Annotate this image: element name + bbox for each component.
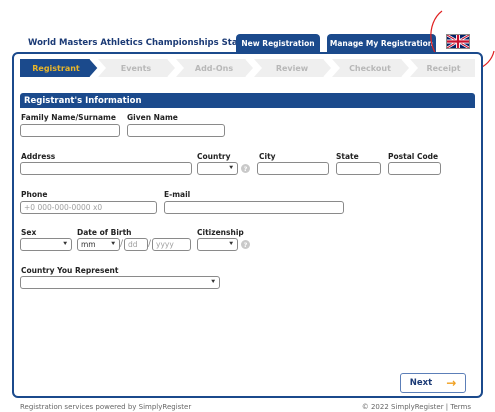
- given-name-input[interactable]: [127, 124, 225, 137]
- chevron-down-icon: ⯆: [110, 240, 116, 248]
- sex-select[interactable]: ⯆: [20, 238, 72, 251]
- country-represent-label: Country You Represent: [21, 266, 119, 275]
- dob-label: Date of Birth: [77, 228, 132, 237]
- tab-new-registration[interactable]: New Registration: [236, 34, 320, 52]
- postal-code-input[interactable]: [388, 162, 441, 175]
- postal-code-label: Postal Code: [388, 152, 439, 161]
- arrow-right-icon: →: [446, 376, 457, 390]
- help-icon[interactable]: ?: [241, 240, 250, 249]
- dob-month-select[interactable]: mm ⯆: [77, 238, 120, 251]
- step-checkout: Checkout: [349, 63, 391, 73]
- given-name-label: Given Name: [127, 113, 178, 122]
- step-review: Review: [275, 63, 309, 73]
- city-label: City: [259, 152, 276, 161]
- tab-manage-registration[interactable]: Manage My Registration: [327, 34, 436, 52]
- phone-label: Phone: [21, 190, 48, 199]
- footer-powered-by[interactable]: Registration services powered by SimplyR…: [20, 403, 191, 411]
- help-icon[interactable]: ?: [241, 164, 250, 173]
- country-label: Country: [197, 152, 231, 161]
- chevron-down-icon: ⯆: [210, 278, 216, 286]
- step-receipt: Receipt: [426, 63, 461, 73]
- event-title: World Masters Athletics Championships St…: [28, 38, 248, 48]
- state-input[interactable]: [336, 162, 381, 175]
- chevron-down-icon: ⯆: [62, 240, 68, 248]
- family-name-input[interactable]: [20, 124, 120, 137]
- citizenship-select[interactable]: ⯆: [197, 238, 238, 251]
- country-represent-select[interactable]: ⯆: [20, 276, 220, 289]
- dob-year-input[interactable]: [152, 238, 191, 251]
- address-label: Address: [21, 152, 56, 161]
- email-label: E-mail: [164, 190, 191, 199]
- email-input[interactable]: [164, 201, 344, 214]
- chevron-down-icon: ⯆: [228, 164, 234, 172]
- next-button-label: Next: [409, 378, 433, 388]
- next-button[interactable]: Next →: [400, 373, 466, 393]
- step-events: Events: [120, 63, 152, 73]
- dob-month-value: mm: [81, 240, 96, 249]
- phone-input[interactable]: [20, 201, 157, 214]
- address-input[interactable]: [20, 162, 192, 175]
- date-separator: /: [148, 239, 152, 249]
- city-input[interactable]: [257, 162, 329, 175]
- state-label: State: [336, 152, 359, 161]
- family-name-label: Family Name/Surname: [21, 113, 116, 122]
- citizenship-label: Citizenship: [197, 228, 244, 237]
- chevron-down-icon: ⯆: [228, 240, 234, 248]
- section-header-registrant-info: Registrant's Information: [20, 93, 475, 108]
- dob-day-input[interactable]: [124, 238, 148, 251]
- progress-steps: Registrant Events Add-Ons Review Checkou…: [20, 59, 475, 77]
- step-add-ons: Add-Ons: [194, 63, 234, 73]
- registration-panel: Registrant Events Add-Ons Review Checkou…: [12, 52, 483, 398]
- step-registrant: Registrant: [32, 63, 80, 73]
- country-select[interactable]: ⯆: [197, 162, 238, 175]
- footer-copyright[interactable]: © 2022 SimplyRegister | Terms: [362, 403, 471, 411]
- sex-label: Sex: [21, 228, 37, 237]
- date-separator: /: [120, 239, 124, 249]
